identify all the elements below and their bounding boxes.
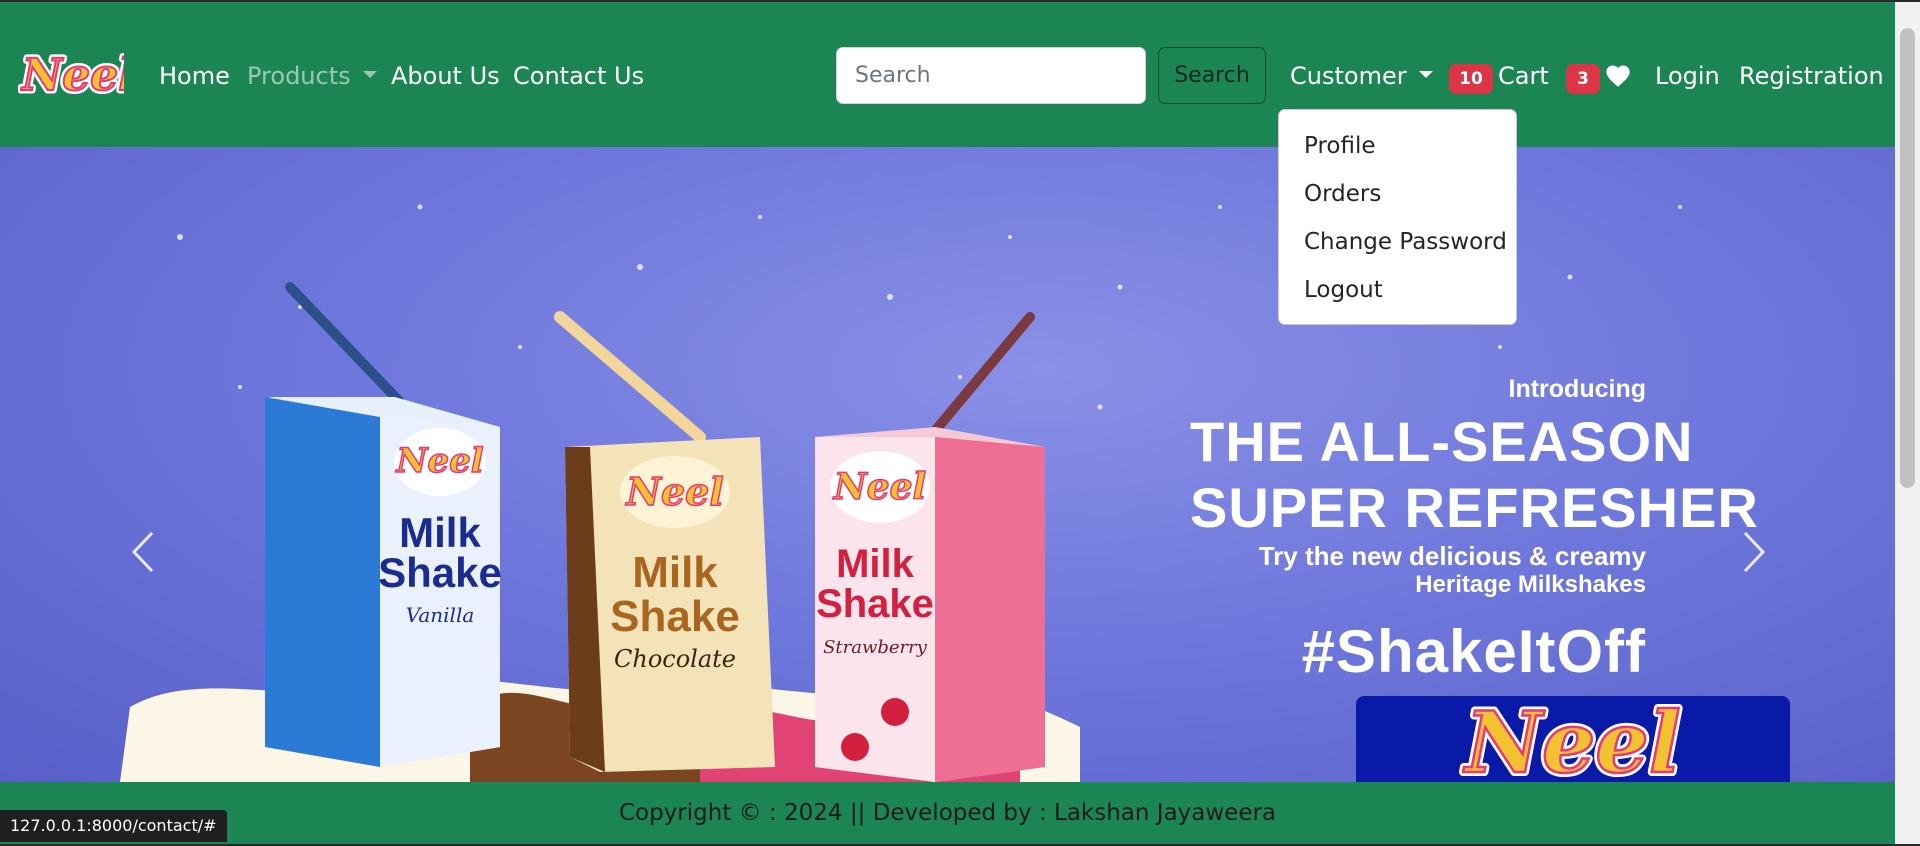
- link-status-bar: 127.0.0.1:8000/contact/#: [0, 810, 227, 842]
- hero-carousel: Neel Milk Shake Vanilla Neel Milk Shake …: [0, 147, 1895, 782]
- nav-products[interactable]: Products: [247, 60, 377, 92]
- search-button[interactable]: Search: [1158, 47, 1266, 104]
- nav-login[interactable]: Login: [1655, 60, 1720, 92]
- svg-text:Neel: Neel: [1462, 696, 1681, 782]
- carousel-next-button[interactable]: [1755, 147, 1895, 782]
- customer-menu-toggle[interactable]: Customer: [1290, 60, 1433, 92]
- page-scrollbar[interactable]: [1895, 2, 1920, 844]
- svg-text:Shake: Shake: [610, 592, 740, 641]
- nav-cart[interactable]: Cart: [1498, 60, 1549, 92]
- wishlist-count-badge: 3: [1566, 64, 1600, 94]
- nav-contact[interactable]: Contact Us: [513, 60, 644, 92]
- hero-hashtag: #ShakeItOff: [1301, 618, 1646, 685]
- chocolate-carton: Neel Milk Shake Chocolate: [554, 311, 775, 772]
- navbar: Neel Neel Home Products About Us Contact…: [0, 2, 1895, 147]
- dropdown-item-profile[interactable]: Profile: [1279, 122, 1516, 170]
- nav-about[interactable]: About Us: [391, 60, 500, 92]
- customer-menu-label: Customer: [1290, 62, 1407, 90]
- cart-count-badge: 10: [1449, 64, 1493, 94]
- footer-copyright: Copyright © : 2024 || Developed by : Lak…: [618, 800, 1277, 826]
- caret-down-icon: [1418, 70, 1433, 78]
- svg-text:Vanilla: Vanilla: [406, 603, 475, 627]
- svg-text:Chocolate: Chocolate: [614, 645, 736, 673]
- dropdown-item-logout[interactable]: Logout: [1279, 266, 1516, 314]
- hero-subtitle-2: Heritage Milkshakes: [1415, 571, 1646, 598]
- caret-down-icon: [362, 70, 377, 78]
- svg-text:Shake: Shake: [816, 582, 934, 626]
- svg-text:Strawberry: Strawberry: [823, 637, 928, 658]
- carousel-prev-button[interactable]: [0, 147, 140, 782]
- hero-headline-line2: SUPER REFRESHER: [1190, 476, 1759, 539]
- hero-intro-text: Introducing: [1508, 375, 1646, 403]
- strawberry-carton: Neel Milk Shake Strawberry: [815, 312, 1045, 782]
- scrollbar-thumb[interactable]: [1900, 28, 1915, 488]
- svg-text:Shake: Shake: [378, 549, 502, 596]
- hero-subtitle-1: Try the new delicious & creamy: [1258, 541, 1646, 571]
- hero-headline: THE ALL-SEASON SUPER REFRESHER: [1190, 409, 1759, 541]
- hero-brand-box: Neel Neel: [1356, 689, 1790, 782]
- vanilla-carton: Neel Milk Shake Vanilla: [265, 282, 502, 767]
- nav-home[interactable]: Home: [159, 60, 230, 92]
- svg-text:Neel: Neel: [625, 469, 724, 514]
- svg-text:Neel: Neel: [20, 50, 124, 101]
- hero-brand-logo: Neel Neel: [1458, 689, 1685, 782]
- customer-dropdown-menu: Profile Orders Change Password Logout: [1278, 109, 1517, 325]
- svg-text:Neel: Neel: [395, 441, 483, 481]
- search-input[interactable]: [836, 47, 1146, 104]
- nav-products-label: Products: [247, 62, 351, 90]
- svg-text:Neel: Neel: [833, 466, 926, 508]
- svg-text:Milk: Milk: [836, 542, 915, 586]
- heart-icon[interactable]: [1604, 62, 1632, 90]
- dropdown-item-orders[interactable]: Orders: [1279, 170, 1516, 218]
- dropdown-item-change-password[interactable]: Change Password: [1279, 218, 1516, 266]
- footer: Copyright © : 2024 || Developed by : Lak…: [0, 782, 1895, 844]
- nav-registration[interactable]: Registration: [1739, 60, 1884, 92]
- svg-text:Milk: Milk: [632, 548, 718, 597]
- hero-headline-line1: THE ALL-SEASON: [1190, 410, 1694, 473]
- brand-logo[interactable]: Neel Neel: [18, 46, 124, 103]
